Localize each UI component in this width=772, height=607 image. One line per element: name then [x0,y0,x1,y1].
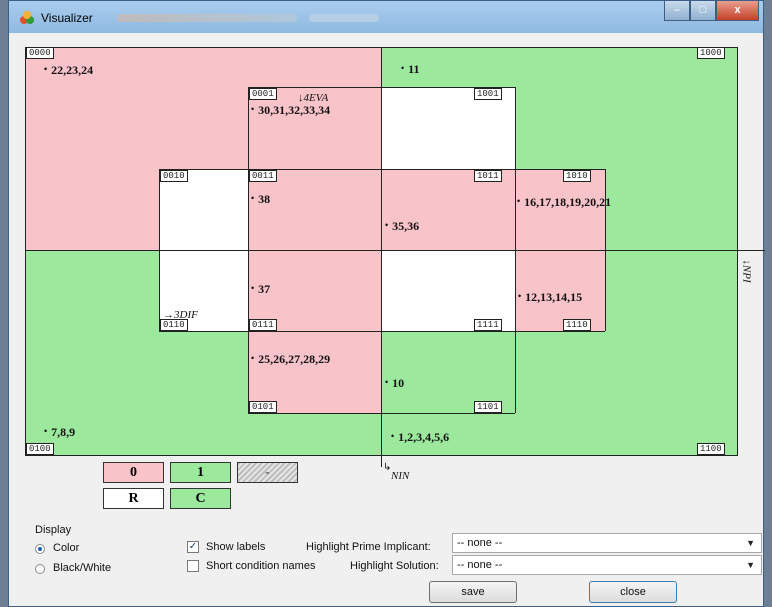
inner-mid-top-line [159,169,605,170]
outer-left-line [25,47,26,455]
chevron-down-icon: ▼ [746,538,755,548]
color-radio[interactable] [35,544,45,554]
code-1011: 1011 [474,170,502,182]
code-0101: 0101 [249,401,277,413]
code-1000: 1000 [697,47,725,59]
display-label: Display [35,524,72,536]
code-1101: 1101 [474,401,502,413]
code-1100: 1100 [697,443,725,455]
code-0001: 0001 [249,88,277,100]
code-1110: 1110 [563,319,591,331]
legend-dont-care: - [237,462,298,483]
inner-right-line [515,87,516,413]
solution-select[interactable]: -- none -- ▼ [452,555,762,575]
close-button[interactable]: close [589,581,677,603]
karnaugh-map: 0000 1000 0001 1001 0010 0011 1011 1010 … [0,0,772,607]
center-horizontal-line [25,250,765,251]
case-label: 16,17,18,19,20,21 [517,195,611,210]
code-0010: 0010 [160,170,188,182]
case-label: 37 [251,282,270,297]
prime-implicant-value: -- none -- [457,537,503,549]
save-button[interactable]: save [429,581,517,603]
condition-right: ↓NPI [740,259,753,283]
short-names-label[interactable]: Short condition names [206,560,315,572]
case-label: 38 [251,192,270,207]
inner-left-line [248,87,249,413]
solution-value: -- none -- [457,559,503,571]
outer-right-line [737,47,738,455]
case-label: 11 [401,62,419,77]
code-0111: 0111 [249,319,277,331]
case-label: 10 [385,376,404,391]
case-label: 25,26,27,28,29 [251,352,330,367]
code-0000: 0000 [26,47,54,59]
code-0011: 0011 [249,170,277,182]
inner-mid-bottom-line [159,331,605,332]
chevron-down-icon: ▼ [746,560,755,570]
code-1001: 1001 [474,88,502,100]
show-labels-checkbox[interactable]: ✓ [187,541,199,553]
inner-far-left-line [159,169,160,331]
bw-option-label[interactable]: Black/White [53,562,111,574]
case-label: 1,2,3,4,5,6 [391,430,449,445]
arrow-right-icon: → [163,309,174,321]
center-vertical-line [381,47,382,467]
code-0100: 0100 [26,443,54,455]
legend-zero: 0 [103,462,164,483]
inner-far-right-line [605,169,606,331]
case-label: 12,13,14,15 [518,290,582,305]
legend-one: 1 [170,462,231,483]
case-label: 22,23,24 [44,63,93,78]
show-labels-label[interactable]: Show labels [206,541,265,553]
color-option-label[interactable]: Color [53,542,79,554]
case-label: 35,36 [385,219,419,234]
inner-bottom-line [248,413,515,414]
code-1111: 1111 [474,319,502,331]
condition-top: ↓4EVA [298,92,329,104]
prime-implicant-label: Highlight Prime Implicant: [306,541,431,553]
bw-radio[interactable] [35,564,45,574]
legend-contradiction: C [170,488,231,509]
short-names-checkbox[interactable] [187,560,199,572]
solution-label: Highlight Solution: [350,560,439,572]
legend-remainder: R [103,488,164,509]
condition-bottom: ↳ NIN [383,462,410,482]
case-label: 7,8,9 [44,425,75,440]
condition-left: →3DIF [163,309,198,321]
prime-implicant-select[interactable]: -- none -- ▼ [452,533,762,553]
code-1010: 1010 [563,170,591,182]
